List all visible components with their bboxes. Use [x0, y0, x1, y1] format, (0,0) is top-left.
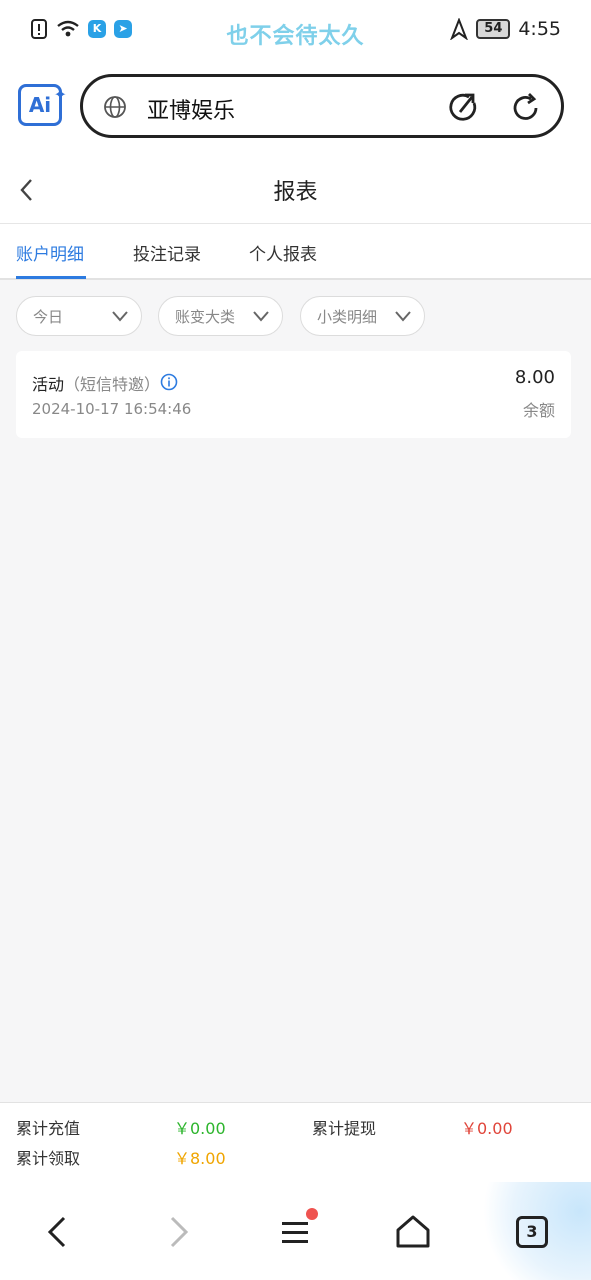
record-type: 活动 [32, 375, 65, 394]
ai-logo-text: Ai [28, 93, 52, 117]
page-title: 报表 [273, 180, 318, 205]
share-icon[interactable] [447, 91, 481, 125]
clock: 4:55 [518, 18, 561, 40]
browser-bottom-nav: 3 [0, 1182, 591, 1280]
filter-label: 账变大类 [175, 308, 236, 326]
record-title: 活动（短信特邀） [32, 371, 160, 395]
total-withdraw-label: 累计提现 [312, 1119, 377, 1138]
total-claim-value: ￥8.00 [174, 1149, 226, 1168]
sparkle-icon: ✦ [53, 85, 67, 104]
ai-assistant-button[interactable]: Ai ✦ [18, 84, 67, 126]
total-recharge-value: ￥0.00 [174, 1119, 226, 1138]
status-icons-right: 54 4:55 [450, 18, 561, 40]
chevron-down-icon [395, 311, 411, 322]
summary-bar: 累计充值 ￥0.00 累计提现 ￥0.00 累计领取 ￥8.00 [0, 1102, 591, 1182]
tab-bet-records[interactable]: 投注记录 [133, 240, 201, 265]
navigation-arrow-icon [450, 18, 469, 40]
total-withdraw-value: ￥0.00 [461, 1119, 513, 1138]
filter-label: 今日 [33, 308, 64, 326]
nav-forward-icon[interactable] [158, 1212, 198, 1252]
address-bar[interactable]: 亚博娱乐 [80, 74, 564, 138]
subcategory-filter-dropdown[interactable]: 小类明细 [300, 296, 425, 336]
nav-back-icon[interactable] [38, 1212, 78, 1252]
tab-account-details[interactable]: 账户明细 [16, 240, 84, 265]
total-claim-label: 累计领取 [16, 1149, 81, 1168]
home-icon[interactable] [393, 1212, 433, 1252]
notification-dot [306, 1208, 318, 1220]
record-amount: 8.00 [514, 367, 555, 388]
chevron-down-icon [253, 311, 269, 322]
active-tab-indicator [16, 276, 86, 279]
record-balance-label: 余额 [522, 401, 555, 420]
url-text[interactable]: 亚博娱乐 [147, 93, 235, 125]
record-subtitle: （短信特邀） [64, 375, 161, 394]
total-recharge-label: 累计充值 [16, 1119, 81, 1138]
reload-icon[interactable] [509, 91, 543, 125]
page-header: 报表 [0, 158, 591, 224]
filter-label: 小类明细 [317, 308, 378, 326]
date-filter-dropdown[interactable]: 今日 [16, 296, 142, 336]
tab-switcher-button[interactable]: 3 [516, 1216, 548, 1248]
status-bar: K ➤ 也不会待太久 54 4:55 [0, 0, 591, 62]
browser-toolbar: Ai ✦ 亚博娱乐 [0, 62, 591, 158]
list-item[interactable]: 活动（短信特邀） 2024-10-17 16:54:46 8.00 余额 [16, 351, 571, 438]
category-filter-dropdown[interactable]: 账变大类 [158, 296, 283, 336]
info-icon[interactable] [160, 373, 178, 391]
report-tabs: 账户明细 投注记录 个人报表 [0, 224, 591, 280]
chevron-down-icon [112, 311, 128, 322]
globe-icon [104, 96, 126, 118]
record-time: 2024-10-17 16:54:46 [32, 400, 192, 418]
battery-indicator: 54 [476, 19, 511, 39]
tab-personal-report[interactable]: 个人报表 [249, 240, 317, 265]
